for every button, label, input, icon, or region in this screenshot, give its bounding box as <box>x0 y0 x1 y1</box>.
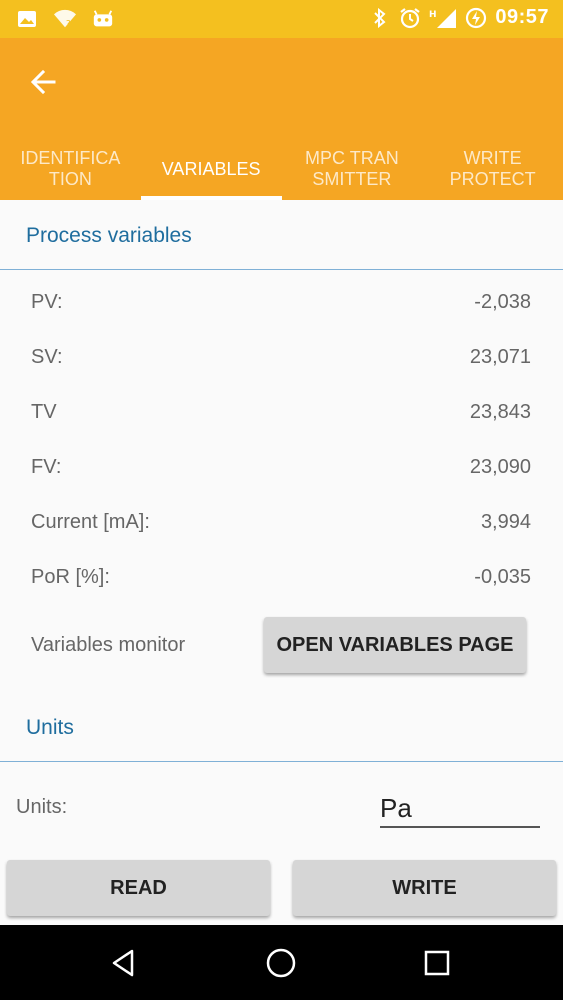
image-icon <box>16 8 38 30</box>
open-variables-page-button[interactable]: OPEN VARIABLES PAGE <box>264 617 526 673</box>
svg-text:H: H <box>429 10 437 20</box>
android-icon <box>92 8 114 30</box>
units-input[interactable]: Pa <box>380 790 540 828</box>
units-title: Units <box>26 716 74 739</box>
status-time: 09:57 <box>495 6 549 28</box>
section-divider <box>0 269 563 270</box>
back-arrow-icon[interactable] <box>26 64 62 100</box>
pv-value: -2,038 <box>474 291 531 313</box>
tab-variables[interactable]: VARIABLES <box>140 138 282 200</box>
pv-label: PV: <box>31 291 63 313</box>
navigation-bar <box>0 925 563 1000</box>
current-label: Current [mA]: <box>31 511 150 533</box>
alarm-icon <box>399 7 421 29</box>
home-circle-icon[interactable] <box>261 943 301 983</box>
current-value: 3,994 <box>480 511 531 533</box>
sv-value: 23,071 <box>469 346 531 368</box>
bluetooth-icon <box>369 7 391 29</box>
wifi-question-icon: ? <box>54 8 76 30</box>
read-button[interactable]: READ <box>7 860 270 916</box>
units-label: Units: <box>16 796 68 818</box>
sv-label: SV: <box>31 346 63 368</box>
tab-bar: IDENTIFICA TION VARIABLES MPC TRAN SMITT… <box>0 138 563 200</box>
variables-monitor-label: Variables monitor <box>31 634 186 656</box>
process-variables-title: Process variables <box>26 224 192 247</box>
tv-label: TV <box>31 401 57 423</box>
svg-text:?: ? <box>66 18 71 29</box>
write-button[interactable]: WRITE <box>293 860 556 916</box>
app-bar: IDENTIFICA TION VARIABLES MPC TRAN SMITT… <box>0 38 563 200</box>
recents-square-icon[interactable] <box>417 943 457 983</box>
fv-value: 23,090 <box>469 456 531 478</box>
fv-label: FV: <box>31 456 62 478</box>
battery-charging-icon <box>465 7 487 29</box>
signal-icon: H <box>429 7 457 29</box>
back-triangle-icon[interactable] <box>104 943 144 983</box>
section-divider <box>0 761 563 762</box>
tab-write-protect[interactable]: WRITE PROTECT <box>422 138 563 200</box>
status-bar: ? H 09:57 <box>0 0 563 38</box>
por-value: -0,035 <box>474 566 531 588</box>
por-label: PoR [%]: <box>31 566 110 588</box>
tab-mpc-transmitter[interactable]: MPC TRAN SMITTER <box>282 138 423 200</box>
tv-value: 23,843 <box>469 401 531 423</box>
tab-identification[interactable]: IDENTIFICA TION <box>0 138 141 200</box>
